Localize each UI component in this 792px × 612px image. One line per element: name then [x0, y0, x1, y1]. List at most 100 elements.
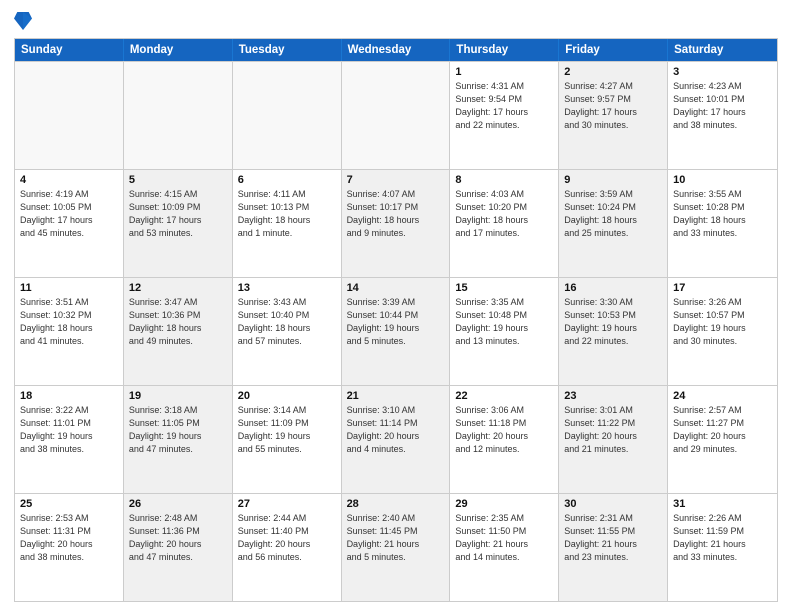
calendar-cell: 3 Sunrise: 4:23 AM Sunset: 10:01 PM Dayli…	[668, 62, 777, 169]
day-info: Sunrise: 3:18 AM Sunset: 11:05 PM Daylig…	[129, 404, 227, 456]
calendar-cell: 2 Sunrise: 4:27 AM Sunset: 9:57 PM Daylig…	[559, 62, 668, 169]
calendar-cell: 17 Sunrise: 3:26 AM Sunset: 10:57 PM Dayl…	[668, 278, 777, 385]
day-number: 3	[673, 66, 772, 78]
header-day-tuesday: Tuesday	[233, 39, 342, 61]
day-number: 9	[564, 174, 662, 186]
header-day-sunday: Sunday	[15, 39, 124, 61]
calendar-cell: 28 Sunrise: 2:40 AM Sunset: 11:45 PM Dayl…	[342, 494, 451, 601]
calendar-cell: 22 Sunrise: 3:06 AM Sunset: 11:18 PM Dayl…	[450, 386, 559, 493]
day-number: 23	[564, 390, 662, 402]
day-info: Sunrise: 4:11 AM Sunset: 10:13 PM Daylig…	[238, 188, 336, 240]
day-info: Sunrise: 2:31 AM Sunset: 11:55 PM Daylig…	[564, 512, 662, 564]
day-number: 10	[673, 174, 772, 186]
calendar-row-4: 25Sunrise: 2:53 AM Sunset: 11:31 PM Dayl…	[15, 493, 777, 601]
day-info: Sunrise: 3:35 AM Sunset: 10:48 PM Daylig…	[455, 296, 553, 348]
day-number: 2	[564, 66, 662, 78]
calendar-cell: 29 Sunrise: 2:35 AM Sunset: 11:50 PM Dayl…	[450, 494, 559, 601]
calendar-cell: 25Sunrise: 2:53 AM Sunset: 11:31 PM Dayl…	[15, 494, 124, 601]
calendar-cell: 31Sunrise: 2:26 AM Sunset: 11:59 PM Dayl…	[668, 494, 777, 601]
calendar-cell: 15 Sunrise: 3:35 AM Sunset: 10:48 PM Dayl…	[450, 278, 559, 385]
calendar-body: 1 Sunrise: 4:31 AM Sunset: 9:54 PM Daylig…	[15, 61, 777, 601]
day-number: 12	[129, 282, 227, 294]
page: SundayMondayTuesdayWednesdayThursdayFrid…	[0, 0, 792, 612]
calendar-row-1: 4Sunrise: 4:19 AM Sunset: 10:05 PM Dayli…	[15, 169, 777, 277]
day-number: 14	[347, 282, 445, 294]
day-info: Sunrise: 3:55 AM Sunset: 10:28 PM Daylig…	[673, 188, 772, 240]
day-info: Sunrise: 3:14 AM Sunset: 11:09 PM Daylig…	[238, 404, 336, 456]
day-info: Sunrise: 3:43 AM Sunset: 10:40 PM Daylig…	[238, 296, 336, 348]
day-number: 19	[129, 390, 227, 402]
calendar-cell: 11 Sunrise: 3:51 AM Sunset: 10:32 PM Dayl…	[15, 278, 124, 385]
calendar-row-2: 11 Sunrise: 3:51 AM Sunset: 10:32 PM Dayl…	[15, 277, 777, 385]
day-info: Sunrise: 2:44 AM Sunset: 11:40 PM Daylig…	[238, 512, 336, 564]
logo-icon	[14, 10, 32, 32]
calendar-cell: 16 Sunrise: 3:30 AM Sunset: 10:53 PM Dayl…	[559, 278, 668, 385]
day-info: Sunrise: 3:06 AM Sunset: 11:18 PM Daylig…	[455, 404, 553, 456]
calendar-cell: 1 Sunrise: 4:31 AM Sunset: 9:54 PM Daylig…	[450, 62, 559, 169]
calendar-cell: 4Sunrise: 4:19 AM Sunset: 10:05 PM Dayli…	[15, 170, 124, 277]
calendar-cell: 13Sunrise: 3:43 AM Sunset: 10:40 PM Dayl…	[233, 278, 342, 385]
header	[14, 10, 778, 32]
calendar-cell: 19 Sunrise: 3:18 AM Sunset: 11:05 PM Dayl…	[124, 386, 233, 493]
day-info: Sunrise: 4:23 AM Sunset: 10:01 PM Daylig…	[673, 80, 772, 132]
day-info: Sunrise: 3:47 AM Sunset: 10:36 PM Daylig…	[129, 296, 227, 348]
day-number: 15	[455, 282, 553, 294]
day-info: Sunrise: 3:51 AM Sunset: 10:32 PM Daylig…	[20, 296, 118, 348]
header-day-wednesday: Wednesday	[342, 39, 451, 61]
calendar-cell: 30 Sunrise: 2:31 AM Sunset: 11:55 PM Dayl…	[559, 494, 668, 601]
day-info: Sunrise: 3:30 AM Sunset: 10:53 PM Daylig…	[564, 296, 662, 348]
day-number: 7	[347, 174, 445, 186]
day-info: Sunrise: 4:19 AM Sunset: 10:05 PM Daylig…	[20, 188, 118, 240]
day-info: Sunrise: 2:48 AM Sunset: 11:36 PM Daylig…	[129, 512, 227, 564]
day-number: 25	[20, 498, 118, 510]
calendar-cell	[233, 62, 342, 169]
calendar-cell	[342, 62, 451, 169]
day-number: 8	[455, 174, 553, 186]
calendar-cell: 14 Sunrise: 3:39 AM Sunset: 10:44 PM Dayl…	[342, 278, 451, 385]
day-info: Sunrise: 3:26 AM Sunset: 10:57 PM Daylig…	[673, 296, 772, 348]
header-day-monday: Monday	[124, 39, 233, 61]
day-info: Sunrise: 2:26 AM Sunset: 11:59 PM Daylig…	[673, 512, 772, 564]
day-info: Sunrise: 4:15 AM Sunset: 10:09 PM Daylig…	[129, 188, 227, 240]
calendar-cell: 24Sunrise: 2:57 AM Sunset: 11:27 PM Dayl…	[668, 386, 777, 493]
day-number: 18	[20, 390, 118, 402]
header-day-saturday: Saturday	[668, 39, 777, 61]
day-info: Sunrise: 3:01 AM Sunset: 11:22 PM Daylig…	[564, 404, 662, 456]
day-info: Sunrise: 2:40 AM Sunset: 11:45 PM Daylig…	[347, 512, 445, 564]
day-number: 27	[238, 498, 336, 510]
day-info: Sunrise: 4:07 AM Sunset: 10:17 PM Daylig…	[347, 188, 445, 240]
day-number: 28	[347, 498, 445, 510]
calendar-cell: 8 Sunrise: 4:03 AM Sunset: 10:20 PM Dayli…	[450, 170, 559, 277]
calendar-cell	[124, 62, 233, 169]
calendar: SundayMondayTuesdayWednesdayThursdayFrid…	[14, 38, 778, 602]
day-number: 5	[129, 174, 227, 186]
day-info: Sunrise: 3:59 AM Sunset: 10:24 PM Daylig…	[564, 188, 662, 240]
header-day-friday: Friday	[559, 39, 668, 61]
day-info: Sunrise: 3:39 AM Sunset: 10:44 PM Daylig…	[347, 296, 445, 348]
calendar-cell: 23 Sunrise: 3:01 AM Sunset: 11:22 PM Dayl…	[559, 386, 668, 493]
calendar-cell: 10 Sunrise: 3:55 AM Sunset: 10:28 PM Dayl…	[668, 170, 777, 277]
day-number: 22	[455, 390, 553, 402]
day-number: 24	[673, 390, 772, 402]
calendar-cell: 21Sunrise: 3:10 AM Sunset: 11:14 PM Dayl…	[342, 386, 451, 493]
calendar-header: SundayMondayTuesdayWednesdayThursdayFrid…	[15, 39, 777, 61]
calendar-cell: 12 Sunrise: 3:47 AM Sunset: 10:36 PM Dayl…	[124, 278, 233, 385]
calendar-cell: 20 Sunrise: 3:14 AM Sunset: 11:09 PM Dayl…	[233, 386, 342, 493]
calendar-row-3: 18Sunrise: 3:22 AM Sunset: 11:01 PM Dayl…	[15, 385, 777, 493]
day-info: Sunrise: 4:03 AM Sunset: 10:20 PM Daylig…	[455, 188, 553, 240]
day-info: Sunrise: 4:31 AM Sunset: 9:54 PM Dayligh…	[455, 80, 553, 132]
day-number: 11	[20, 282, 118, 294]
day-number: 20	[238, 390, 336, 402]
day-number: 26	[129, 498, 227, 510]
day-number: 1	[455, 66, 553, 78]
day-number: 16	[564, 282, 662, 294]
day-info: Sunrise: 2:35 AM Sunset: 11:50 PM Daylig…	[455, 512, 553, 564]
calendar-row-0: 1 Sunrise: 4:31 AM Sunset: 9:54 PM Daylig…	[15, 61, 777, 169]
day-number: 29	[455, 498, 553, 510]
day-info: Sunrise: 4:27 AM Sunset: 9:57 PM Dayligh…	[564, 80, 662, 132]
calendar-cell	[15, 62, 124, 169]
day-number: 30	[564, 498, 662, 510]
calendar-cell: 27 Sunrise: 2:44 AM Sunset: 11:40 PM Dayl…	[233, 494, 342, 601]
day-number: 21	[347, 390, 445, 402]
day-number: 17	[673, 282, 772, 294]
